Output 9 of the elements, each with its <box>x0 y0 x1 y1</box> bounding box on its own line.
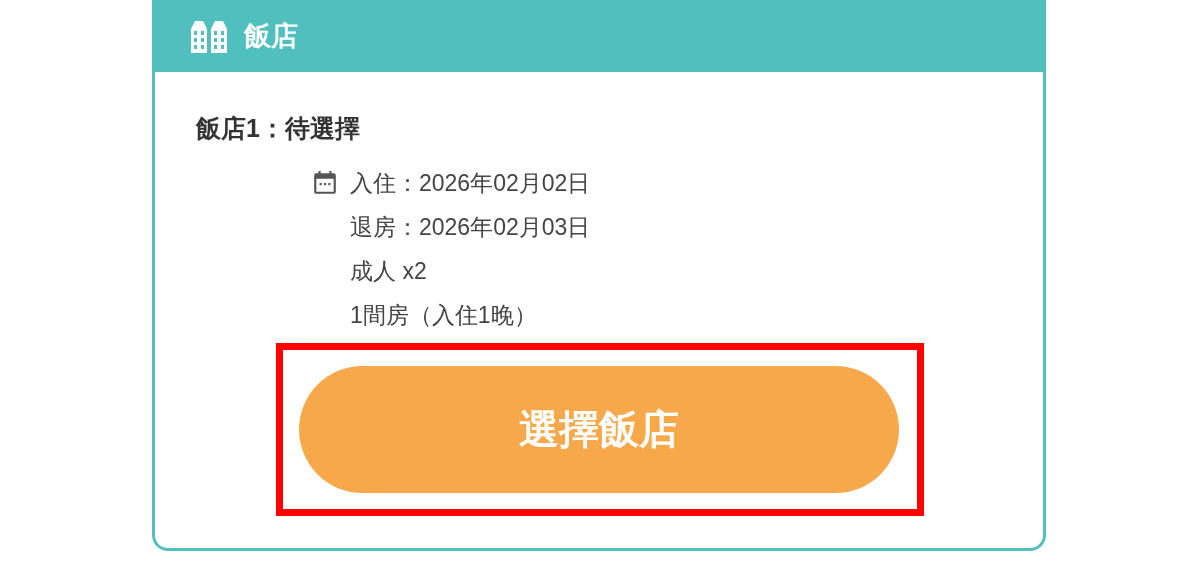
detail-text: 1間房（入住1晚） <box>350 301 538 330</box>
detail-text: 入住：2026年02月02日 <box>350 169 591 198</box>
hotel-title: 飯店1：待選擇 <box>196 113 360 144</box>
building-icon <box>190 19 228 53</box>
calendar-icon <box>312 170 338 196</box>
select-hotel-button[interactable]: 選擇飯店 <box>299 366 899 493</box>
detail-text: 成人 x2 <box>350 257 428 286</box>
detail-text: 退房：2026年02月03日 <box>350 213 591 242</box>
section-title: 飯店 <box>244 20 298 53</box>
